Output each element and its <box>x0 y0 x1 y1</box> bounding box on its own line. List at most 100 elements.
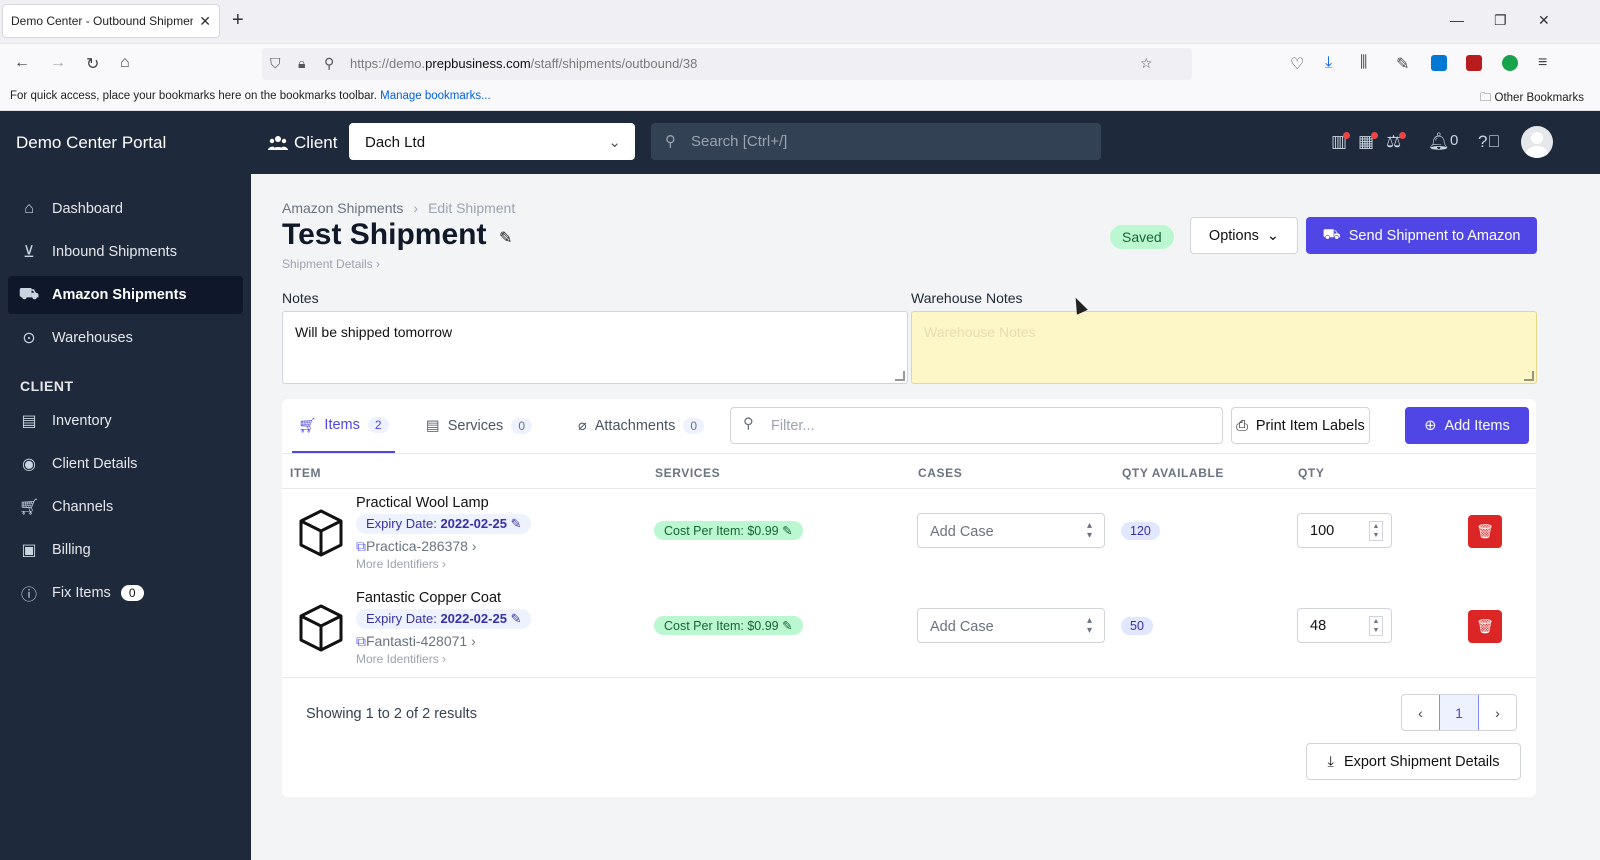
sidebar: ⌂ Dashboard ⊻ Inbound Shipments ⛟ Amazon… <box>0 174 251 860</box>
notes-textarea[interactable]: Will be shipped tomorrow <box>282 311 908 384</box>
location-icon: ⊙ <box>22 330 36 347</box>
print-item-labels-button[interactable]: ⎙ Print Item Labels <box>1231 407 1370 444</box>
inbox-icon: ⊻ <box>23 244 35 261</box>
sidebar-item-amazon-shipments[interactable]: ⛟ Amazon Shipments <box>8 276 243 314</box>
expiry-badge[interactable]: Expiry Date: 2022-02-25 ✎ <box>356 514 532 534</box>
help-icon[interactable]: ?⃝ <box>1478 132 1500 152</box>
warehouse-notes-textarea[interactable]: Warehouse Notes <box>911 311 1537 384</box>
shipment-details-link[interactable]: Shipment Details › <box>282 257 380 271</box>
resize-handle[interactable] <box>895 371 905 381</box>
delete-button[interactable]: 🗑︎ <box>1468 515 1502 548</box>
browser-tab[interactable]: Demo Center - Outbound Shipment ✕ <box>2 4 220 38</box>
sidebar-item-dashboard[interactable]: ⌂ Dashboard <box>8 190 243 228</box>
box-icon <box>299 604 343 652</box>
export-shipment-details-button[interactable]: ⤓ Export Shipment Details <box>1306 743 1521 780</box>
tag-icon: ⧉ <box>356 633 366 649</box>
sidebar-item-billing[interactable]: ▣ Billing <box>8 531 243 569</box>
breadcrumb-amazon-shipments[interactable]: Amazon Shipments <box>282 200 403 216</box>
send-shipment-button[interactable]: ⛟ Send Shipment to Amazon <box>1306 217 1537 254</box>
address-bar[interactable]: ⛉ 🔒︎ ⚲ https://demo.prepbusiness.com/sta… <box>262 48 1192 80</box>
options-button[interactable]: Options ⌄ <box>1190 217 1298 254</box>
home-icon[interactable]: ⌂ <box>120 54 130 72</box>
sidebar-item-client-details[interactable]: ◉ Client Details <box>8 445 243 483</box>
alert-dot <box>1399 132 1406 139</box>
shield-icon[interactable]: ⛉ <box>270 55 281 72</box>
back-icon[interactable]: ← <box>14 54 30 72</box>
sidebar-item-inventory[interactable]: ▤ Inventory <box>8 402 243 440</box>
client-select[interactable]: Dach Ltd ⌄ <box>349 123 635 160</box>
qty-input[interactable]: 100 ▲ ▼ <box>1297 513 1392 548</box>
browser-nav-bar: ← → ↻ ⌂ ⛉ 🔒︎ ⚲ https://demo.prepbusiness… <box>0 44 1600 84</box>
qty-stepper[interactable]: ▲ ▼ <box>1369 521 1383 541</box>
notes-label: Notes <box>282 290 319 306</box>
tab-attachments[interactable]: ⌀ Attachments 0 <box>578 399 705 453</box>
add-items-button[interactable]: ⊕ Add Items <box>1405 407 1529 444</box>
sidebar-item-fix-items[interactable]: ⓘ Fix Items 0 <box>8 574 243 612</box>
more-identifiers-link[interactable]: More Identifiers › <box>356 557 446 571</box>
sort-arrows-icon: ▴ ▾ <box>1086 615 1092 636</box>
chevron-down-icon: ⌄ <box>1266 227 1280 244</box>
pencil-icon: ✎ <box>510 516 522 531</box>
library-icon[interactable]: ⫼ <box>1360 54 1367 72</box>
qty-stepper[interactable]: ▲ ▼ <box>1369 616 1383 636</box>
alert-dot <box>1371 132 1378 139</box>
sidebar-item-warehouses[interactable]: ⊙ Warehouses <box>8 319 243 357</box>
permissions-icon[interactable]: ⚲ <box>324 55 334 72</box>
main-content: Amazon Shipments › Edit Shipment Test Ship… <box>251 174 1600 860</box>
minimize-icon[interactable]: — <box>1450 12 1464 28</box>
new-tab-button[interactable]: + <box>232 10 244 30</box>
manage-bookmarks-link[interactable]: Manage bookmarks... <box>380 90 491 102</box>
item-name[interactable]: Fantastic Copper Coat <box>356 590 501 606</box>
service-badge[interactable]: Cost Per Item: $0.99 ✎ <box>654 616 803 635</box>
paperclip-icon: ⌀ <box>578 418 587 434</box>
filter-input[interactable]: ⚲ Filter... <box>730 407 1223 444</box>
item-name[interactable]: Practical Wool Lamp <box>356 495 489 511</box>
next-page-button[interactable]: › <box>1479 695 1516 730</box>
pencil-icon[interactable]: ✎ <box>499 228 512 248</box>
file-download-icon: ⤓ <box>1327 753 1334 770</box>
prev-page-button[interactable]: ‹ <box>1402 695 1439 730</box>
close-tab-icon[interactable]: ✕ <box>199 13 211 30</box>
pocket-icon[interactable]: ♡ <box>1290 54 1304 74</box>
tab-items[interactable]: 🛒︎ Items 2 <box>292 399 395 453</box>
menu-icon[interactable]: ≡ <box>1538 54 1547 72</box>
browser-tab-bar: Demo Center - Outbound Shipment ✕ + — ❐ … <box>0 0 1600 44</box>
page-button[interactable]: 1 <box>1439 695 1479 730</box>
sidebar-item-inbound-shipments[interactable]: ⊻ Inbound Shipments <box>8 233 243 271</box>
item-identifier[interactable]: ⧉Fantasti-428071 › <box>356 633 476 650</box>
close-window-icon[interactable]: ✕ <box>1538 12 1550 29</box>
more-identifiers-link[interactable]: More Identifiers › <box>356 652 446 666</box>
url-text[interactable]: https://demo.prepbusiness.com/staff/ship… <box>350 56 697 71</box>
restore-icon[interactable]: ❐ <box>1494 12 1507 29</box>
qty-input[interactable]: 48 ▲ ▼ <box>1297 608 1392 643</box>
pencil-icon: ✎ <box>782 524 793 538</box>
other-bookmarks[interactable]: 🗀 Other Bookmarks <box>1480 90 1584 109</box>
extension-s-icon[interactable] <box>1431 55 1447 71</box>
brand-title[interactable]: Demo Center Portal <box>16 133 166 153</box>
item-identifier[interactable]: ⧉Practica-286378 › <box>356 538 477 555</box>
items-card: 🛒︎ Items 2 ▤ Services 0 ⌀ Attachments 0 … <box>282 399 1536 797</box>
delete-button[interactable]: 🗑︎ <box>1468 610 1502 643</box>
plus-circle-icon: ⊕ <box>1424 417 1437 434</box>
case-select[interactable]: Add Case ▴ ▾ <box>917 513 1105 548</box>
ublock-icon[interactable] <box>1466 55 1482 71</box>
box-icon <box>299 509 343 557</box>
download-icon[interactable]: ⤓ <box>1325 54 1332 72</box>
avatar[interactable] <box>1521 126 1553 158</box>
chevron-right-icon: › <box>1495 704 1500 721</box>
tab-services[interactable]: ▤ Services 0 <box>426 399 532 453</box>
sidebar-item-channels[interactable]: 🛒︎ Channels <box>8 488 243 526</box>
extension-green-icon[interactable] <box>1502 55 1518 71</box>
service-badge[interactable]: Cost Per Item: $0.99 ✎ <box>654 521 803 540</box>
forward-icon[interactable]: → <box>50 54 66 72</box>
search-input[interactable]: ⚲ Search [Ctrl+/] <box>651 123 1101 160</box>
case-select[interactable]: Add Case ▴ ▾ <box>917 608 1105 643</box>
resize-handle[interactable] <box>1524 371 1534 381</box>
bell-icon[interactable]: 🔔︎ <box>1428 132 1450 152</box>
page-title: Test Shipment <box>282 218 487 251</box>
extension-icon[interactable]: ✎ <box>1396 54 1409 74</box>
reload-icon[interactable]: ↻ <box>86 54 99 74</box>
bookmark-star-icon[interactable]: ☆ <box>1140 55 1153 72</box>
lock-icon[interactable]: 🔒︎ <box>298 55 305 72</box>
expiry-badge[interactable]: Expiry Date: 2022-02-25 ✎ <box>356 609 532 629</box>
